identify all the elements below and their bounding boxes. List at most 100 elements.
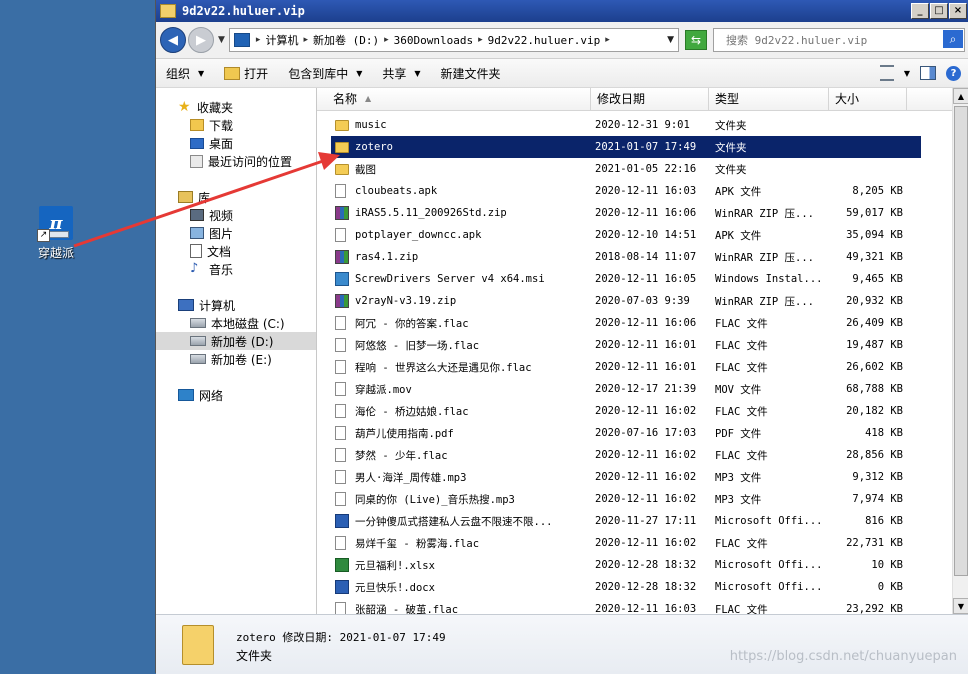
file-row[interactable]: 元旦福利!.xlsx 2020-12-28 18:32 Microsoft Offi… (317, 554, 907, 576)
file-icon (335, 360, 346, 374)
nav-favorites[interactable]: ★ 收藏夹 (178, 98, 316, 116)
vertical-scrollbar[interactable]: ▲ ▼ (952, 88, 968, 614)
scroll-down-button[interactable]: ▼ (953, 598, 968, 614)
nav-drive-d[interactable]: 新加卷 (D:) (156, 332, 316, 350)
back-button[interactable]: ◀ (160, 27, 186, 53)
file-row[interactable]: 男人·海洋_周传雄.mp3 2020-12-11 16:02 MP3 文件 9,312… (317, 466, 907, 488)
nav-videos[interactable]: 视频 (190, 206, 316, 224)
title-bar[interactable]: 9d2v22.huluer.vip _ □ × (156, 0, 968, 22)
open-button[interactable]: 打开 (224, 65, 268, 82)
file-row[interactable]: ras4.1.zip 2018-08-14 11:07 WinRAR ZIP 压..… (317, 246, 907, 268)
chevron-down-icon[interactable]: ▼ (904, 69, 910, 78)
file-list-pane[interactable]: ▲ 名称 修改日期 类型 大小 music 2020-12-31 9:01 文件夹 zo… (317, 88, 968, 614)
file-name: 阿冗 - 你的答案.flac (355, 317, 469, 330)
include-in-library-button[interactable]: 包含到库中 ▼ (288, 65, 362, 82)
new-folder-button[interactable]: 新建文件夹 (441, 65, 501, 82)
word-doc-icon (335, 580, 349, 594)
file-row[interactable]: 阿悠悠 - 旧梦一场.flac 2020-12-11 16:01 FLAC 文件 19… (317, 334, 907, 356)
file-icon (335, 426, 346, 440)
file-size: 26,409 KB (846, 317, 903, 329)
file-type: FLAC 文件 (715, 361, 768, 374)
nav-downloads[interactable]: 下载 (190, 116, 316, 134)
organize-button[interactable]: 组织 ▼ (166, 65, 204, 82)
file-date: 2020-12-28 18:32 (595, 559, 697, 571)
file-row[interactable]: v2rayN-v3.19.zip 2020-07-03 9:39 WinRAR ZI… (317, 290, 907, 312)
forward-button[interactable]: ▶ (188, 27, 214, 53)
chevron-right-icon[interactable]: ▸ (384, 35, 389, 45)
file-row[interactable]: 阿冗 - 你的答案.flac 2020-12-11 16:06 FLAC 文件 26,… (317, 312, 907, 334)
search-input[interactable] (724, 32, 928, 48)
nav-computer[interactable]: 计算机 (178, 296, 316, 314)
file-name: iRAS5.5.11_200926Std.zip (355, 207, 507, 219)
column-header-date[interactable]: 修改日期 (591, 88, 709, 110)
scroll-up-button[interactable]: ▲ (953, 88, 968, 104)
file-row[interactable]: 梦然 - 少年.flac 2020-12-11 16:02 FLAC 文件 28,85… (317, 444, 907, 466)
breadcrumb-current-folder[interactable]: 9d2v22.huluer.vip (488, 34, 601, 47)
file-row[interactable]: 张韶涵 - 破茧.flac 2020-12-11 16:03 FLAC 文件 23,2… (317, 598, 907, 614)
navigation-pane[interactable]: ★ 收藏夹 下载 桌面 最近访问的位置 库 视频 图片 文档 ♪ 音乐 计算机 本地… (156, 88, 317, 614)
refresh-button[interactable]: ⇆ (685, 30, 707, 50)
nav-network[interactable]: 网络 (178, 386, 316, 404)
breadcrumb-drive-d[interactable]: 新加卷 (D:) (313, 32, 379, 48)
chevron-right-icon[interactable]: ▸ (478, 35, 483, 45)
nav-libraries[interactable]: 库 (178, 188, 316, 206)
nav-music[interactable]: ♪ 音乐 (190, 260, 316, 278)
file-size: 28,856 KB (846, 449, 903, 461)
column-header-size[interactable]: 大小 (829, 88, 907, 110)
file-type: APK 文件 (715, 229, 762, 242)
file-row[interactable]: 截图 2021-01-05 22:16 文件夹 (317, 158, 907, 180)
desktop-shortcut-chuanyuepai[interactable]: π ↗ 穿越派 (28, 206, 84, 261)
details-name-date: zotero 修改日期: 2021-01-07 17:49 (236, 631, 446, 644)
file-row[interactable]: 程响 - 世界这么大还是遇见你.flac 2020-12-11 16:01 FLAC… (317, 356, 907, 378)
preview-pane-icon[interactable] (920, 66, 936, 80)
file-row[interactable]: ScrewDrivers Server v4 x64.msi 2020-12-11… (317, 268, 907, 290)
maximize-button[interactable]: □ (930, 3, 948, 19)
search-box[interactable]: ⌕ (713, 28, 965, 52)
breadcrumb-computer[interactable]: 计算机 (265, 32, 298, 48)
search-icon[interactable]: ⌕ (943, 30, 963, 48)
breadcrumb-360downloads[interactable]: 360Downloads (394, 34, 473, 47)
nav-drive-e[interactable]: 新加卷 (E:) (190, 350, 316, 368)
file-name: 张韶涵 - 破茧.flac (355, 603, 459, 615)
file-row[interactable]: 海伦 - 桥边姑娘.flac 2020-12-11 16:02 FLAC 文件 20,… (317, 400, 907, 422)
file-date: 2018-08-14 11:07 (595, 251, 697, 263)
file-icon (335, 602, 346, 614)
nav-drive-c[interactable]: 本地磁盘 (C:) (190, 314, 316, 332)
history-dropdown-icon[interactable]: ▼ (218, 35, 225, 45)
file-row[interactable]: 葫芦儿使用指南.pdf 2020-07-16 17:03 PDF 文件 418 KB (317, 422, 907, 444)
file-name: 男人·海洋_周传雄.mp3 (355, 471, 467, 484)
view-options-icon[interactable] (879, 65, 894, 81)
file-row[interactable]: 元旦快乐!.docx 2020-12-28 18:32 Microsoft Offi… (317, 576, 907, 598)
file-row[interactable]: iRAS5.5.11_200926Std.zip 2020-12-11 16:06… (317, 202, 907, 224)
file-row[interactable]: zotero 2021-01-07 17:49 文件夹 (331, 136, 921, 158)
file-type: 文件夹 (715, 141, 747, 154)
file-name: 葫芦儿使用指南.pdf (355, 427, 454, 440)
close-button[interactable]: × (949, 3, 967, 19)
file-row[interactable]: cloubeats.apk 2020-12-11 16:03 APK 文件 8,205… (317, 180, 907, 202)
share-button[interactable]: 共享 ▼ (382, 65, 420, 82)
file-row[interactable]: 易烊千玺 - 粉雾海.flac 2020-12-11 16:02 FLAC 文件 22… (317, 532, 907, 554)
address-dropdown-icon[interactable]: ▼ (667, 35, 674, 45)
file-icon (335, 448, 346, 462)
file-row[interactable]: music 2020-12-31 9:01 文件夹 (317, 114, 907, 136)
file-row[interactable]: 同桌的你 (Live)_音乐热搜.mp3 2020-12-11 16:02 MP3 … (317, 488, 907, 510)
chevron-right-icon[interactable]: ▸ (303, 35, 308, 45)
scrollbar-thumb[interactable] (954, 106, 968, 576)
chevron-right-icon[interactable]: ▸ (605, 35, 610, 45)
file-row[interactable]: potplayer_downcc.apk 2020-12-10 14:51 APK … (317, 224, 907, 246)
column-header-name[interactable]: ▲ 名称 (317, 88, 591, 110)
address-bar[interactable]: ▸ 计算机 ▸ 新加卷 (D:) ▸ 360Downloads ▸ 9d2v22… (228, 28, 679, 52)
nav-recent-places[interactable]: 最近访问的位置 (190, 152, 316, 170)
nav-documents[interactable]: 文档 (190, 242, 316, 260)
minimize-button[interactable]: _ (911, 3, 929, 19)
file-icon (335, 184, 346, 198)
file-row[interactable]: 穿越派.mov 2020-12-17 21:39 MOV 文件 68,788 KB (317, 378, 907, 400)
chevron-down-icon: ▼ (356, 68, 363, 78)
nav-pictures[interactable]: 图片 (190, 224, 316, 242)
file-date: 2020-12-17 21:39 (595, 383, 697, 395)
chevron-right-icon[interactable]: ▸ (256, 35, 261, 45)
help-icon[interactable]: ? (946, 65, 961, 81)
file-row[interactable]: 一分钟傻瓜式搭建私人云盘不限速不限... 2020-11-27 17:11 Micr… (317, 510, 907, 532)
column-header-type[interactable]: 类型 (709, 88, 829, 110)
nav-desktop[interactable]: 桌面 (190, 134, 316, 152)
